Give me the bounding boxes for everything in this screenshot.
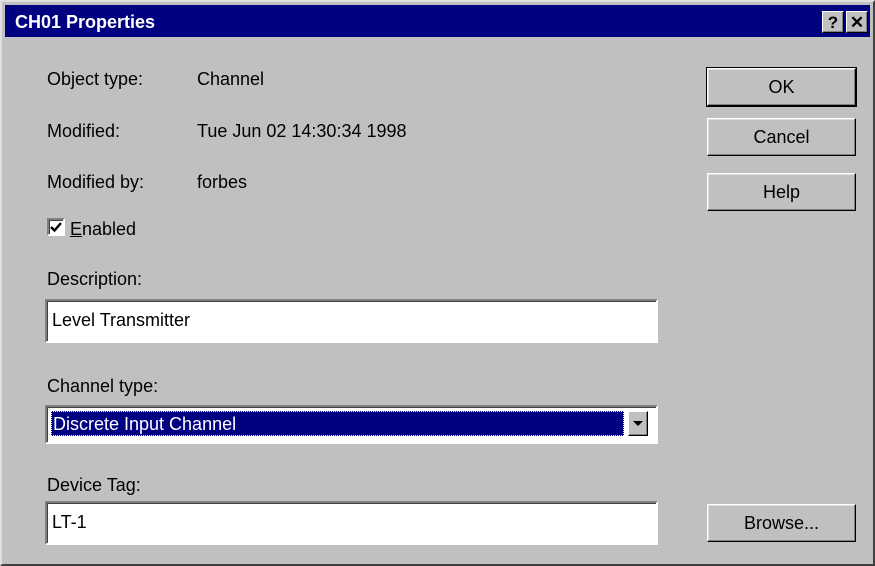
modified-label: Modified: [47,121,121,141]
device-tag-input[interactable]: LT-1 [45,501,658,545]
close-icon: ✕ [849,12,865,32]
modified-value: Tue Jun 02 14:30:34 1998 [197,121,407,141]
checkmark-icon [50,222,62,233]
browse-button[interactable]: Browse... [707,504,856,542]
enabled-checkbox[interactable] [47,218,65,236]
description-input[interactable]: Level Transmitter [45,299,658,343]
enabled-accelerator: E [70,219,83,239]
properties-dialog: CH01 Properties ? ✕ Object type: Channel… [0,0,875,566]
channel-type-value: Discrete Input Channel [53,414,237,434]
device-tag-value: LT-1 [52,512,87,532]
cancel-button[interactable]: Cancel [707,118,856,156]
object-type-label: Object type: [47,69,144,89]
description-value: Level Transmitter [52,310,191,330]
channel-type-combobox[interactable]: Discrete Input Channel [45,405,658,444]
channel-type-label: Channel type: [47,376,159,396]
modified-by-value: forbes [197,172,248,192]
browse-button-label: Browse... [743,512,820,533]
help-button[interactable]: Help [707,173,856,211]
enabled-label[interactable]: Enabled [70,219,136,240]
object-type-value: Channel [197,69,265,89]
ok-button-label: OK [768,76,795,97]
question-icon: ? [827,12,839,32]
device-tag-label: Device Tag: [47,475,141,495]
enabled-label-rest: nabled [82,219,137,239]
chevron-down-icon[interactable] [628,411,648,436]
description-label: Description: [47,269,143,289]
help-title-button[interactable]: ? [822,11,844,33]
modified-by-label: Modified by: [47,172,145,192]
title-bar[interactable]: CH01 Properties ? ✕ [5,5,870,37]
dialog-title: CH01 Properties [15,12,156,32]
help-button-label: Help [762,181,801,202]
channel-type-selection[interactable]: Discrete Input Channel [51,411,624,436]
ok-button[interactable]: OK [706,67,857,107]
close-button[interactable]: ✕ [846,11,868,33]
cancel-button-label: Cancel [753,126,810,147]
